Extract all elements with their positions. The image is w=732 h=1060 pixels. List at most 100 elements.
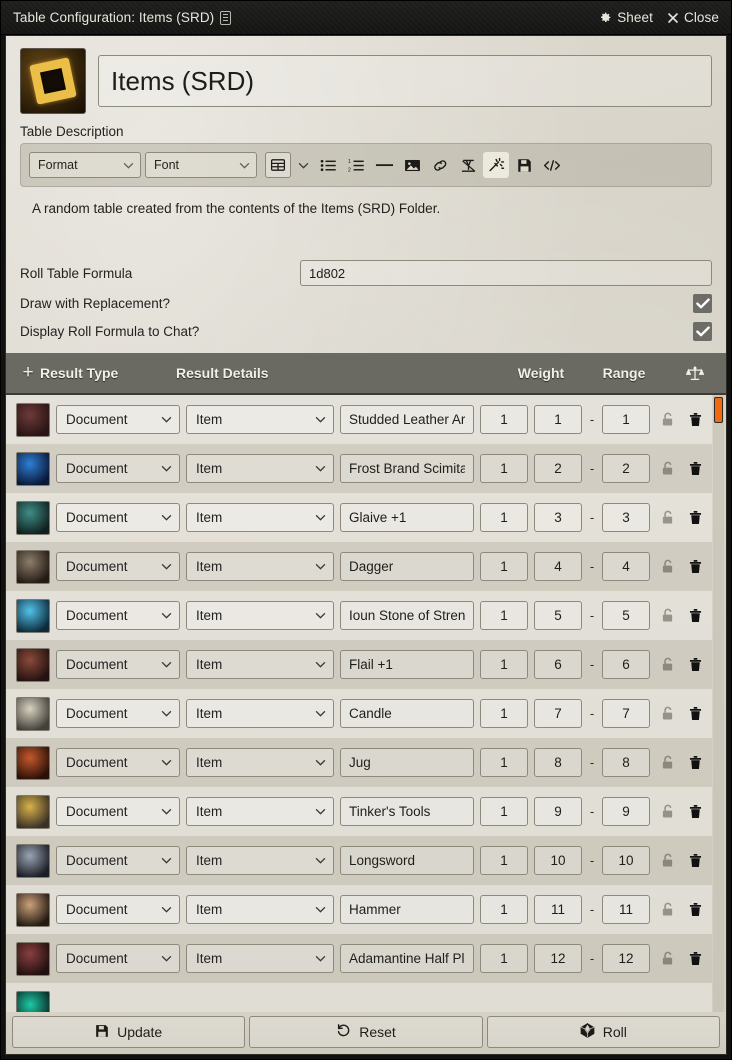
image-icon[interactable] (399, 152, 425, 178)
add-result-button plus-icon[interactable]: + (16, 362, 40, 384)
frost-brand-scimitar-icon[interactable] (16, 451, 50, 486)
unlock-icon[interactable] (656, 412, 678, 427)
unlock-icon[interactable] (656, 902, 678, 917)
longsword-icon[interactable] (16, 843, 50, 878)
result-range-low-input[interactable] (534, 454, 582, 483)
result-weight-input[interactable] (480, 895, 528, 924)
unlock-icon[interactable] (656, 853, 678, 868)
unlock-icon[interactable] (656, 608, 678, 623)
result-range-low-input[interactable] (534, 405, 582, 434)
result-subtype-select[interactable]: Item (186, 552, 334, 581)
results-scrollbar[interactable] (713, 395, 724, 1012)
result-range-high-input[interactable] (602, 846, 650, 875)
result-subtype-select[interactable]: Item (186, 405, 334, 434)
result-details-input[interactable] (340, 797, 474, 826)
trash-icon[interactable] (684, 853, 706, 868)
numbered-list-icon[interactable]: 1 2 (343, 152, 369, 178)
result-range-high-input[interactable] (602, 650, 650, 679)
adamantine-half-plate-icon[interactable] (16, 941, 50, 976)
table-icon[interactable] (265, 152, 291, 178)
result-type-select[interactable]: Document (56, 454, 180, 483)
result-type-select[interactable]: Document (56, 601, 180, 630)
magic-wand-icon[interactable] (483, 152, 509, 178)
hammer-icon[interactable] (16, 892, 50, 927)
result-details-input[interactable] (340, 405, 474, 434)
result-range-high-input[interactable] (602, 699, 650, 728)
result-range-low-input[interactable] (534, 601, 582, 630)
dagger-icon[interactable] (16, 549, 50, 584)
result-details-input[interactable] (340, 552, 474, 581)
result-subtype-select[interactable]: Item (186, 699, 334, 728)
close-button[interactable]: Close (667, 10, 719, 25)
result-subtype-select[interactable]: Item (186, 895, 334, 924)
result-range-high-input[interactable] (602, 748, 650, 777)
chevron-down-icon[interactable] (293, 152, 313, 178)
result-weight-input[interactable] (480, 699, 528, 728)
result-type-select[interactable]: Document (56, 797, 180, 826)
unlock-icon[interactable] (656, 461, 678, 476)
roll-button[interactable]: Roll (486, 1016, 720, 1048)
result-weight-input[interactable] (480, 405, 528, 434)
result-details-input[interactable] (340, 944, 474, 973)
result-range-low-input[interactable] (534, 650, 582, 679)
trash-icon[interactable] (684, 608, 706, 623)
result-subtype-select[interactable]: Item (186, 503, 334, 532)
sheet-button[interactable]: Sheet (599, 10, 653, 25)
result-type-select[interactable]: Document (56, 650, 180, 679)
result-type-select[interactable]: Document (56, 699, 180, 728)
trash-icon[interactable] (684, 706, 706, 721)
result-type-select[interactable]: Document (56, 944, 180, 973)
result-weight-input[interactable] (480, 846, 528, 875)
trash-icon[interactable] (684, 559, 706, 574)
result-range-low-input[interactable] (534, 944, 582, 973)
result-subtype-select[interactable]: Item (186, 650, 334, 679)
source-code-icon[interactable] (539, 152, 565, 178)
result-range-high-input[interactable] (602, 454, 650, 483)
trash-icon[interactable] (684, 902, 706, 917)
trash-icon[interactable] (684, 510, 706, 525)
result-details-input[interactable] (340, 699, 474, 728)
result-range-low-input[interactable] (534, 503, 582, 532)
trash-icon[interactable] (684, 951, 706, 966)
result-weight-input[interactable] (480, 552, 528, 581)
result-subtype-select[interactable]: Item (186, 944, 334, 973)
result-details-input[interactable] (340, 748, 474, 777)
jug-icon[interactable] (16, 745, 50, 780)
reset-button[interactable]: Reset (249, 1016, 483, 1048)
result-details-input[interactable] (340, 503, 474, 532)
result-weight-input[interactable] (480, 601, 528, 630)
result-weight-input[interactable] (480, 797, 528, 826)
result-range-high-input[interactable] (602, 601, 650, 630)
result-type-select[interactable]: Document (56, 748, 180, 777)
trash-icon[interactable] (684, 657, 706, 672)
draw-with-replacement-checkbox[interactable] (693, 293, 712, 313)
link-icon[interactable] (427, 152, 453, 178)
result-range-low-input[interactable] (534, 748, 582, 777)
trash-icon[interactable] (684, 804, 706, 819)
trash-icon[interactable] (684, 412, 706, 427)
result-subtype-select[interactable]: Item (186, 748, 334, 777)
unlock-icon[interactable] (656, 559, 678, 574)
result-weight-input[interactable] (480, 944, 528, 973)
result-type-select[interactable]: Document (56, 503, 180, 532)
font-select[interactable]: Font (145, 152, 257, 178)
result-range-low-input[interactable] (534, 797, 582, 826)
update-button[interactable]: Update (12, 1016, 246, 1048)
tinkers-tools-icon[interactable] (16, 794, 50, 829)
result-range-low-input[interactable] (534, 699, 582, 728)
unlock-icon[interactable] (656, 706, 678, 721)
result-weight-input[interactable] (480, 454, 528, 483)
result-subtype-select[interactable]: Item (186, 797, 334, 826)
trash-icon[interactable] (684, 461, 706, 476)
horizontal-rule-icon[interactable] (371, 152, 397, 178)
result-subtype-select[interactable]: Item (186, 454, 334, 483)
emerald-item-icon[interactable] (16, 990, 50, 1012)
result-range-high-input[interactable] (602, 405, 650, 434)
result-details-input[interactable] (340, 895, 474, 924)
clear-format-icon[interactable] (455, 152, 481, 178)
result-range-low-input[interactable] (534, 846, 582, 875)
roll-table-formula-input[interactable] (300, 260, 712, 286)
unlock-icon[interactable] (656, 510, 678, 525)
description-text[interactable]: A random table created from the contents… (6, 187, 726, 257)
result-subtype-select[interactable]: Item (186, 846, 334, 875)
